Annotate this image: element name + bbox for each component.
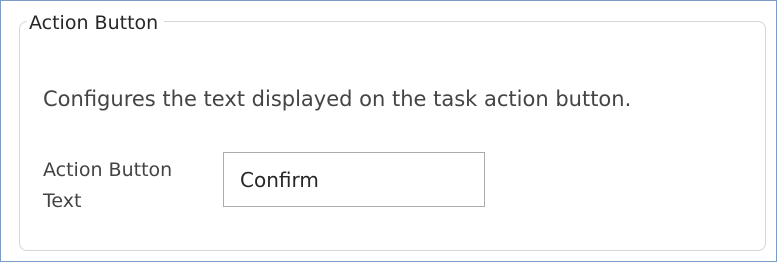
section-title: Action Button	[27, 10, 165, 36]
action-button-text-label: Action Button Text	[43, 159, 173, 212]
panel-frame: Action Button Configures the text displa…	[0, 0, 777, 262]
section-description: Configures the text displayed on the tas…	[43, 87, 632, 111]
action-button-text-input[interactable]	[223, 152, 485, 207]
